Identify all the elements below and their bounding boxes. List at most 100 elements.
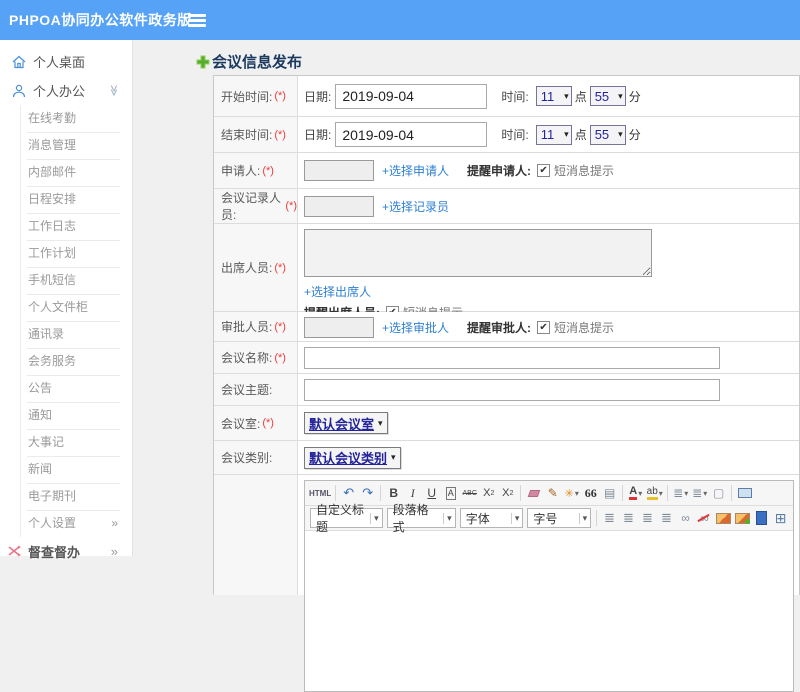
approver-sms-checkbox[interactable]: ✔ — [537, 321, 550, 334]
sidebar-item-meeting-service[interactable]: 会务服务 — [0, 348, 132, 375]
start-hour-select[interactable]: 11▾ — [536, 86, 572, 106]
insert-table-icon[interactable]: ⊞ — [772, 509, 789, 528]
end-minute-select[interactable]: 55▾ — [590, 125, 626, 145]
insert-media-icon[interactable] — [753, 509, 770, 528]
sidebar-item-work-log[interactable]: 工作日志 — [0, 213, 132, 240]
caret-down-icon: ▾ — [618, 91, 623, 102]
date-label: 日期: — [304, 88, 331, 105]
sidebar-item-office[interactable]: 个人办公 ≫ — [0, 76, 132, 105]
eraser-icon[interactable] — [525, 484, 542, 503]
paste-icon[interactable]: ▤ — [601, 484, 618, 503]
sidebar-item-memorabilia[interactable]: 大事记 — [0, 429, 132, 456]
choose-attendee-link[interactable]: +选择出席人 — [304, 283, 795, 300]
start-minute-select[interactable]: 55▾ — [590, 86, 626, 106]
office-submenu: 在线考勤 消息管理 内部邮件 日程安排 工作日志 工作计划 手机短信 个人文件柜… — [0, 105, 132, 537]
sms-hint-label: 短消息提示 — [554, 319, 614, 336]
caret-down-icon: ▾ — [391, 452, 396, 463]
bold-button[interactable]: B — [385, 484, 402, 503]
sidebar-item-news[interactable]: 新闻 — [0, 456, 132, 483]
choose-applicant-link[interactable]: +选择申请人 — [382, 162, 449, 179]
unordered-list-button[interactable]: ≣▾ — [691, 484, 708, 503]
sidebar-item-notice[interactable]: 通知 — [0, 402, 132, 429]
end-date-input[interactable] — [335, 122, 487, 147]
sidebar-item-supervision[interactable]: 督查督办 » — [0, 537, 132, 565]
ordered-list-button[interactable]: ≣▾ — [672, 484, 689, 503]
required-mark: (*) — [274, 90, 286, 102]
sidebar-item-internal-mail[interactable]: 内部邮件 — [0, 159, 132, 186]
editor-toolbar-row2: 自定义标题▾ 段落格式▾ 字体▾ 字号▾ ≣ ≣ — [305, 506, 793, 531]
font-color-button[interactable]: A▾ — [627, 484, 644, 503]
underline-button[interactable]: U — [423, 484, 440, 503]
end-hour-select[interactable]: 11▾ — [536, 125, 572, 145]
sidebar-item-e-journal[interactable]: 电子期刊 — [0, 483, 132, 510]
align-right-icon[interactable]: ≣ — [639, 509, 656, 528]
sidebar-item-messages[interactable]: 消息管理 — [0, 132, 132, 159]
insert-link-icon[interactable]: ∞ — [677, 509, 694, 528]
time-label: 时间: — [501, 88, 528, 105]
recorder-input[interactable] — [304, 196, 374, 217]
form-row-start-time: 开始时间:(*) 日期: 时间: 11▾ 点 55▾ 分 — [214, 76, 799, 117]
sidebar-item-sms[interactable]: 手机短信 — [0, 267, 132, 294]
form-row-meeting-room: 会议室:(*) 默认会议室 ▾ — [214, 406, 799, 441]
highlight-color-button[interactable]: ab▾ — [646, 484, 663, 503]
sidebar-item-desktop[interactable]: 个人桌面 — [0, 47, 132, 76]
time-label: 时间: — [501, 126, 528, 143]
hamburger-menu-icon[interactable] — [188, 14, 206, 17]
align-left-icon[interactable]: ≣ — [601, 509, 618, 528]
align-center-icon[interactable]: ≣ — [620, 509, 637, 528]
font-style-button[interactable]: A — [442, 484, 459, 503]
applicant-sms-checkbox[interactable]: ✔ — [537, 164, 550, 177]
required-mark: (*) — [274, 352, 286, 364]
insert-image-icon[interactable] — [715, 509, 732, 528]
new-page-icon[interactable]: ▢ — [710, 484, 727, 503]
field-label: 结束时间:(*) — [214, 117, 298, 152]
fullscreen-icon[interactable] — [736, 484, 753, 503]
meeting-room-select[interactable]: 默认会议室 ▾ — [304, 412, 388, 434]
italic-button[interactable]: I — [404, 484, 421, 503]
field-label: 会议类别: — [214, 441, 298, 474]
paragraph-format-select[interactable]: 段落格式▾ — [387, 508, 456, 528]
rich-text-editor: HTML ↶ ↷ B I U A ABC X2 X2 ✎ — [304, 480, 794, 692]
remove-link-icon[interactable]: ∞ — [696, 509, 713, 528]
align-justify-icon[interactable]: ≣ — [658, 509, 675, 528]
choose-approver-link[interactable]: +选择审批人 — [382, 319, 449, 336]
choose-recorder-link[interactable]: +选择记录员 — [382, 198, 449, 215]
sidebar-item-schedule[interactable]: 日程安排 — [0, 186, 132, 213]
sidebar-item-personal-settings[interactable]: 个人设置 » — [0, 510, 132, 537]
blockquote-button[interactable]: 66 — [582, 484, 599, 503]
meeting-category-select[interactable]: 默认会议类别 ▾ — [304, 447, 401, 469]
sidebar-item-file-cabinet[interactable]: 个人文件柜 — [0, 294, 132, 321]
subscript-button[interactable]: X2 — [499, 484, 516, 503]
approver-input[interactable] — [304, 317, 374, 338]
sidebar-item-label: 督查督办 — [28, 542, 80, 561]
start-date-input[interactable] — [335, 84, 487, 109]
html-source-button[interactable]: HTML — [309, 484, 331, 503]
sidebar-item-announcement[interactable]: 公告 — [0, 375, 132, 402]
font-size-select[interactable]: 字号▾ — [527, 508, 591, 528]
caret-down-icon: ▾ — [564, 91, 569, 102]
strikethrough-button[interactable]: ABC — [461, 484, 478, 503]
format-brush-icon[interactable]: ✎ — [544, 484, 561, 503]
insert-local-image-icon[interactable] — [734, 509, 751, 528]
applicant-input[interactable] — [304, 160, 374, 181]
field-label: 申请人:(*) — [214, 153, 298, 188]
meeting-name-input[interactable] — [304, 347, 720, 369]
required-mark: (*) — [285, 200, 297, 212]
superscript-button[interactable]: X2 — [480, 484, 497, 503]
font-family-select[interactable]: 字体▾ — [460, 508, 524, 528]
sidebar-item-contacts[interactable]: 通讯录 — [0, 321, 132, 348]
meeting-subject-input[interactable] — [304, 379, 720, 401]
field-label: 会议室:(*) — [214, 406, 298, 440]
caret-down-icon: ▾ — [378, 418, 383, 429]
undo-icon[interactable]: ↶ — [340, 484, 357, 503]
attendees-textarea[interactable] — [304, 229, 652, 277]
custom-title-select[interactable]: 自定义标题▾ — [310, 508, 383, 528]
chevron-double-down-icon: ≫ — [108, 84, 120, 97]
redo-icon[interactable]: ↷ — [359, 484, 376, 503]
form-row-applicant: 申请人:(*) +选择申请人 提醒申请人: ✔ 短消息提示 — [214, 153, 799, 189]
sidebar-item-attendance[interactable]: 在线考勤 — [0, 105, 132, 132]
auto-typeset-icon[interactable]: ✳▾ — [563, 484, 580, 503]
sidebar-item-work-plan[interactable]: 工作计划 — [0, 240, 132, 267]
editor-content-area[interactable] — [305, 531, 793, 691]
editor-toolbar-row1: HTML ↶ ↷ B I U A ABC X2 X2 ✎ — [305, 481, 793, 506]
